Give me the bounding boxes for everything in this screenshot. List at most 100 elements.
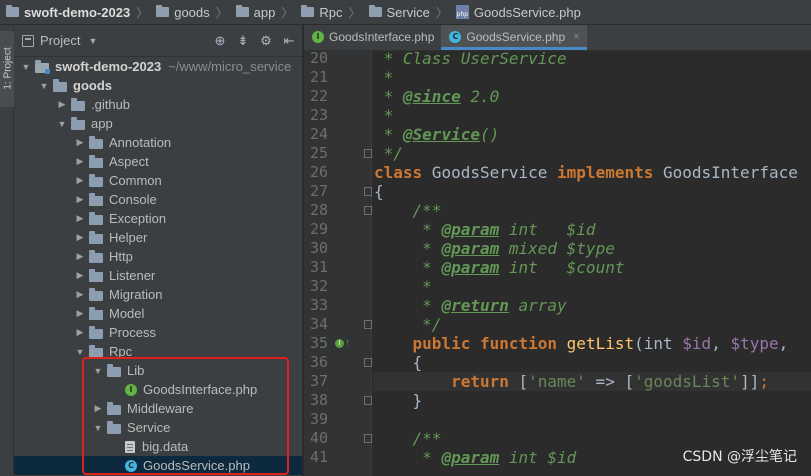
code-area[interactable]: 20 21 22 23 24 25 26 27 28 29 30 31 32 33 34 35 36 37 38 39…	[304, 49, 811, 476]
tree-item-label: Rpc	[109, 344, 133, 359]
code-line[interactable]: * @param int $count	[374, 258, 811, 277]
tree-item[interactable]: ▶ Http	[14, 247, 302, 266]
tree-item[interactable]: ▶ Model	[14, 304, 302, 323]
chevron-right-icon[interactable]: ▶	[74, 308, 86, 319]
code-line[interactable]: /**	[374, 201, 811, 220]
tree-item[interactable]: ▶ Migration	[14, 285, 302, 304]
tree-item[interactable]: ▼ swoft-demo-2023 ~/www/micro_service	[14, 57, 302, 76]
chevron-right-icon[interactable]: ▶	[74, 232, 86, 243]
code-line[interactable]: *	[374, 68, 811, 87]
chevron-down-icon[interactable]: ▼	[74, 347, 86, 357]
code-line[interactable]: return ['name' => ['goodsList']];	[374, 372, 811, 391]
chevron-down-icon[interactable]: ▼	[88, 36, 97, 46]
code-token: @return	[441, 296, 509, 315]
editor-tab-bar: I GoodsInterface.php C GoodsService.php ×	[304, 25, 811, 51]
chevron-right-icon[interactable]: ▶	[74, 270, 86, 281]
chevron-right-icon[interactable]: ▶	[56, 99, 68, 110]
tree-item[interactable]: ▶ Listener	[14, 266, 302, 285]
chevron-right-icon[interactable]: ▶	[74, 289, 86, 300]
code-token: GoodsInterface	[653, 163, 798, 182]
tree-item[interactable]: ▶ .github	[14, 95, 302, 114]
breadcrumb-item[interactable]: app	[230, 5, 280, 20]
chevron-right-icon[interactable]: ▶	[74, 175, 86, 186]
chevron-right-icon[interactable]: ▶	[74, 327, 86, 338]
fold-marker-icon[interactable]	[364, 187, 372, 196]
code-line[interactable]: *	[374, 277, 811, 296]
tree-item[interactable]: ▼ Service	[14, 418, 302, 437]
tree-item[interactable]: ▼ Lib	[14, 361, 302, 380]
chevron-right-icon[interactable]: ▶	[74, 137, 86, 148]
code-line[interactable]	[374, 410, 811, 429]
code-line[interactable]: * @return array	[374, 296, 811, 315]
code-lines[interactable]: * Class UserService * * @since 2.0 * * @…	[374, 49, 811, 476]
tree-item[interactable]: ▶ Common	[14, 171, 302, 190]
collapse-all-icon[interactable]: ⇟	[236, 33, 250, 49]
chevron-right-icon[interactable]: ▶	[74, 156, 86, 167]
tree-item-label: Service	[127, 420, 171, 435]
breadcrumb-item[interactable]: swoft-demo-2023	[0, 5, 134, 20]
code-line[interactable]: */	[374, 315, 811, 334]
fold-marker-icon[interactable]	[364, 434, 372, 443]
breadcrumb-item[interactable]: goods	[150, 5, 213, 20]
chevron-down-icon[interactable]: ▼	[38, 81, 50, 91]
folder-icon	[89, 344, 103, 358]
code-line[interactable]: }	[374, 391, 811, 410]
chevron-down-icon[interactable]: ▼	[92, 423, 104, 433]
code-line[interactable]: {	[374, 353, 811, 372]
code-line[interactable]: * @since 2.0	[374, 87, 811, 106]
locate-file-icon[interactable]: ⊕	[213, 33, 227, 49]
chevron-down-icon[interactable]: ▼	[56, 119, 68, 129]
code-line[interactable]: class GoodsService implements GoodsInter…	[374, 163, 811, 182]
chevron-right-icon[interactable]: ▶	[74, 194, 86, 205]
tree-item[interactable]: ▶ Console	[14, 190, 302, 209]
tree-item[interactable]: I GoodsInterface.php	[14, 380, 302, 399]
hide-panel-icon[interactable]: ⇤	[282, 33, 296, 49]
chevron-right-icon[interactable]: ▶	[74, 213, 86, 224]
tree-item[interactable]: ▶ Exception	[14, 209, 302, 228]
gear-icon[interactable]: ⚙	[259, 33, 273, 49]
editor-tab-label: GoodsService.php	[466, 30, 566, 44]
implements-method-icon[interactable]: I	[335, 339, 344, 348]
tree-item[interactable]: ▶ Middleware	[14, 399, 302, 418]
breadcrumb-item[interactable]: php GoodsService.php	[450, 5, 585, 20]
fold-marker-icon[interactable]	[364, 358, 372, 367]
fold-marker-icon[interactable]	[364, 320, 372, 329]
code-line[interactable]: * @param int $id	[374, 220, 811, 239]
code-line[interactable]: * Class UserService	[374, 49, 811, 68]
code-line[interactable]: * @param mixed $type	[374, 239, 811, 258]
line-number: 29	[309, 220, 328, 238]
fold-marker-icon[interactable]	[364, 149, 372, 158]
breadcrumb: swoft-demo-2023 〉 goods 〉 app 〉 Rpc 〉 Service 〉 ph…	[0, 0, 811, 25]
tree-item[interactable]: ▶ Aspect	[14, 152, 302, 171]
code-line[interactable]: public function getList(int $id, $type,	[374, 334, 811, 353]
tree-item[interactable]: C GoodsService.php	[14, 456, 302, 475]
tree-item[interactable]: ▼ app	[14, 114, 302, 133]
tree-item[interactable]: ▶ Helper	[14, 228, 302, 247]
chevron-down-icon[interactable]: ▼	[92, 366, 104, 376]
tree-item[interactable]: ▼ Rpc	[14, 342, 302, 361]
breadcrumb-separator: 〉	[281, 5, 294, 20]
code-line[interactable]: */	[374, 144, 811, 163]
chevron-right-icon[interactable]: ▶	[74, 251, 86, 262]
editor-tab[interactable]: I GoodsInterface.php	[304, 25, 441, 50]
chevron-down-icon[interactable]: ▼	[20, 62, 32, 72]
project-tool-tab[interactable]: 1: Project	[0, 31, 14, 107]
fold-marker-icon[interactable]	[364, 206, 372, 215]
tree-item[interactable]: ▶ Annotation	[14, 133, 302, 152]
line-number: 40	[309, 429, 328, 447]
editor-tab[interactable]: C GoodsService.php ×	[441, 25, 587, 50]
close-icon[interactable]: ×	[573, 31, 579, 43]
chevron-right-icon[interactable]: ▶	[92, 403, 104, 414]
tree-item[interactable]: ▼ goods	[14, 76, 302, 95]
code-line[interactable]: *	[374, 106, 811, 125]
breadcrumb-item[interactable]: Service	[363, 5, 434, 20]
breadcrumb-item[interactable]: Rpc	[295, 5, 346, 20]
line-number: 30	[309, 239, 328, 257]
tree-item-label: swoft-demo-2023	[55, 59, 162, 74]
tree-item[interactable]: big.data	[14, 437, 302, 456]
project-view-selector[interactable]: Project	[40, 33, 80, 48]
fold-marker-icon[interactable]	[364, 396, 372, 405]
code-line[interactable]: {	[374, 182, 811, 201]
tree-item[interactable]: ▶ Process	[14, 323, 302, 342]
code-line[interactable]: * @Service()	[374, 125, 811, 144]
